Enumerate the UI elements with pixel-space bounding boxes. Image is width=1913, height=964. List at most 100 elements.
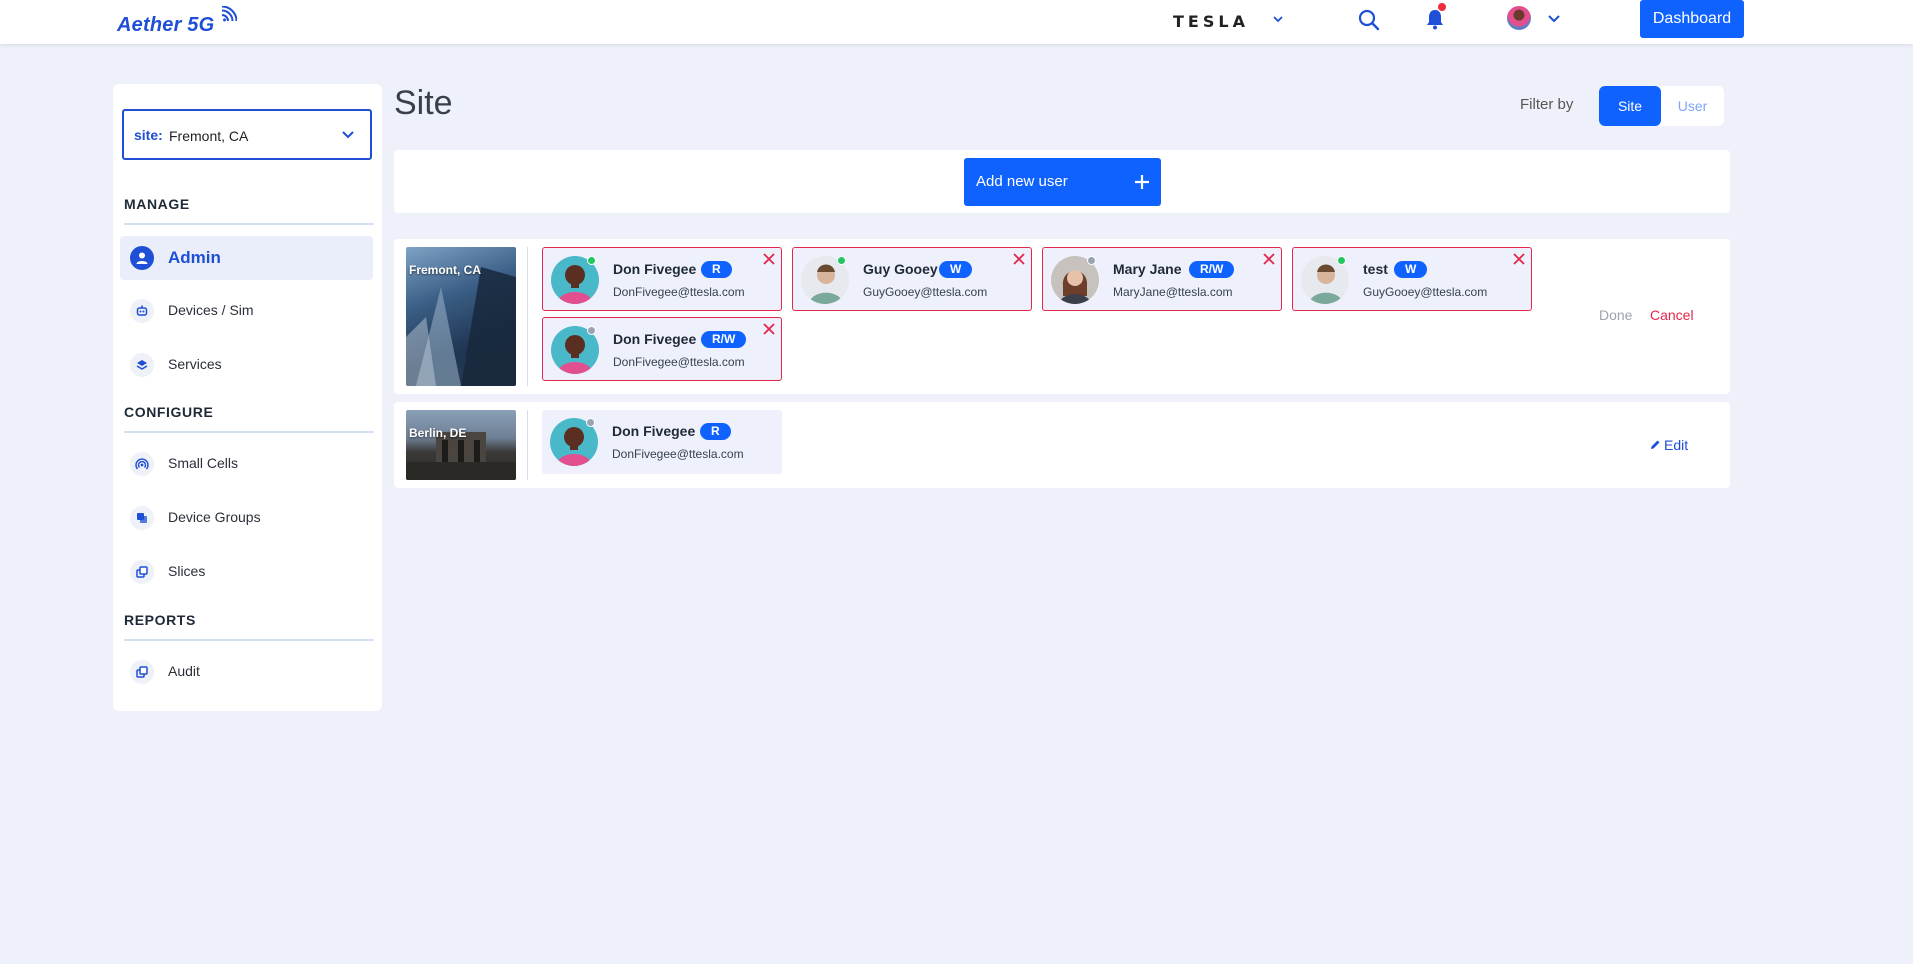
chevron-down-icon[interactable] [1547,13,1561,23]
user-name: test [1363,261,1388,277]
notification-dot [1438,3,1446,11]
offline-status-dot [587,326,596,335]
sidebar-item-audit[interactable]: Audit [120,650,373,694]
sidebar-item-label: Small Cells [168,455,239,471]
pencil-icon [1651,440,1660,449]
user-name: Don Fivegee [612,423,696,439]
user-card[interactable]: Don Fivegee R/W DonFivegee@ttesla.com [542,317,782,381]
avatar[interactable] [1507,6,1531,30]
site-row-fremont: Fremont, CA Don Fivegee R DonFivegee@tte… [394,239,1730,394]
sidebar-item-label: Audit [168,663,200,679]
plus-icon [1135,175,1149,189]
offline-status-dot [586,418,595,427]
sidebar-item-label: Services [168,356,222,372]
section-title-configure: CONFIGURE [124,404,214,420]
edit-button[interactable]: Edit [1650,437,1688,453]
role-badge: W [939,261,973,278]
site-select[interactable]: site: Fremont, CA [122,109,372,160]
user-card[interactable]: Don Fivegee R DonFivegee@ttesla.com [542,410,782,474]
section-title-manage: MANAGE [124,196,190,212]
close-icon[interactable] [1013,253,1025,265]
sidebar: site: Fremont, CA MANAGE Admin Devices /… [113,84,382,711]
section-title-reports: REPORTS [124,612,196,628]
role-badge: R/W [701,331,747,348]
section-divider [124,431,374,433]
section-divider [124,639,374,641]
app-logo[interactable]: Aether 5G [117,14,214,37]
sidebar-item-slices[interactable]: Slices [120,550,373,594]
add-user-label: Add new user [976,173,1068,190]
role-badge: R [701,261,732,278]
user-email: DonFivegee@ttesla.com [613,355,745,369]
role-badge: W [1394,261,1428,278]
filter-toggle: Site User [1599,86,1724,126]
page-title: Site [394,84,453,122]
sidebar-item-label: Admin [168,248,221,267]
search-icon[interactable] [1358,9,1380,31]
slices-icon [130,560,154,584]
divider [527,247,528,386]
site-row-berlin: Berlin, DE Don Fivegee R DonFivegee@ttes… [394,402,1730,488]
cancel-button[interactable]: Cancel [1650,307,1694,323]
user-email: MaryJane@ttesla.com [1113,285,1233,299]
user-card[interactable]: Don Fivegee R DonFivegee@ttesla.com [542,247,782,311]
close-icon[interactable] [1513,253,1525,265]
online-status-dot [1337,256,1346,265]
sidebar-item-services[interactable]: Services [120,343,373,387]
site-image: Berlin, DE [406,410,516,480]
role-badge: R [700,423,731,440]
user-card[interactable]: test W GuyGooey@ttesla.com [1292,247,1532,311]
user-card[interactable]: Guy Gooey W GuyGooey@ttesla.com [792,247,1032,311]
chevron-down-icon[interactable] [1272,14,1284,24]
close-icon[interactable] [763,253,775,265]
close-icon[interactable] [1263,253,1275,265]
audit-icon [130,660,154,684]
signal-icon [130,452,154,476]
filter-site-button[interactable]: Site [1599,86,1661,126]
add-user-button[interactable]: Add new user [964,158,1161,206]
robot-icon [130,299,154,323]
user-email: DonFivegee@ttesla.com [612,447,744,461]
sidebar-item-devices-sim[interactable]: Devices / Sim [120,289,373,333]
section-divider [124,223,374,225]
person-icon [130,246,154,270]
user-card[interactable]: Mary Jane R/W MaryJane@ttesla.com [1042,247,1282,311]
layers-icon [130,353,154,377]
user-name: Mary Jane [1113,261,1182,277]
site-name: Fremont, CA [409,263,481,277]
user-name: Don Fivegee [613,261,697,277]
chevron-down-icon [342,131,354,139]
sidebar-item-admin[interactable]: Admin [120,236,373,280]
user-name: Guy Gooey [863,261,938,277]
dashboard-button[interactable]: Dashboard [1640,0,1744,38]
wireless-icon [221,6,237,22]
sidebar-item-small-cells[interactable]: Small Cells [120,442,373,486]
site-select-label: site: [134,127,163,143]
done-button[interactable]: Done [1599,307,1632,323]
user-name: Don Fivegee [613,331,697,347]
online-status-dot [837,256,846,265]
online-status-dot [587,256,596,265]
sidebar-item-label: Devices / Sim [168,302,254,318]
sidebar-item-label: Device Groups [168,509,261,525]
sidebar-item-device-groups[interactable]: Device Groups [120,496,373,540]
divider [527,410,528,480]
filter-user-button[interactable]: User [1661,86,1724,126]
bell-icon[interactable] [1425,8,1445,30]
filter-label: Filter by [1520,96,1574,113]
site-name: Berlin, DE [409,426,467,440]
group-icon [130,506,154,530]
edit-label: Edit [1664,437,1689,453]
user-email: GuyGooey@ttesla.com [863,285,988,299]
add-user-bar: Add new user [394,150,1730,213]
org-logo[interactable]: TESLA [1173,12,1249,31]
role-badge: R/W [1189,261,1235,278]
site-select-value: Fremont, CA [169,128,249,144]
offline-status-dot [1087,256,1096,265]
site-image: Fremont, CA [406,247,516,386]
sidebar-item-label: Slices [168,563,206,579]
user-email: DonFivegee@ttesla.com [613,285,745,299]
top-header: Aether 5G TESLA Dashboard [0,0,1913,44]
close-icon[interactable] [763,323,775,335]
user-email: GuyGooey@ttesla.com [1363,285,1488,299]
